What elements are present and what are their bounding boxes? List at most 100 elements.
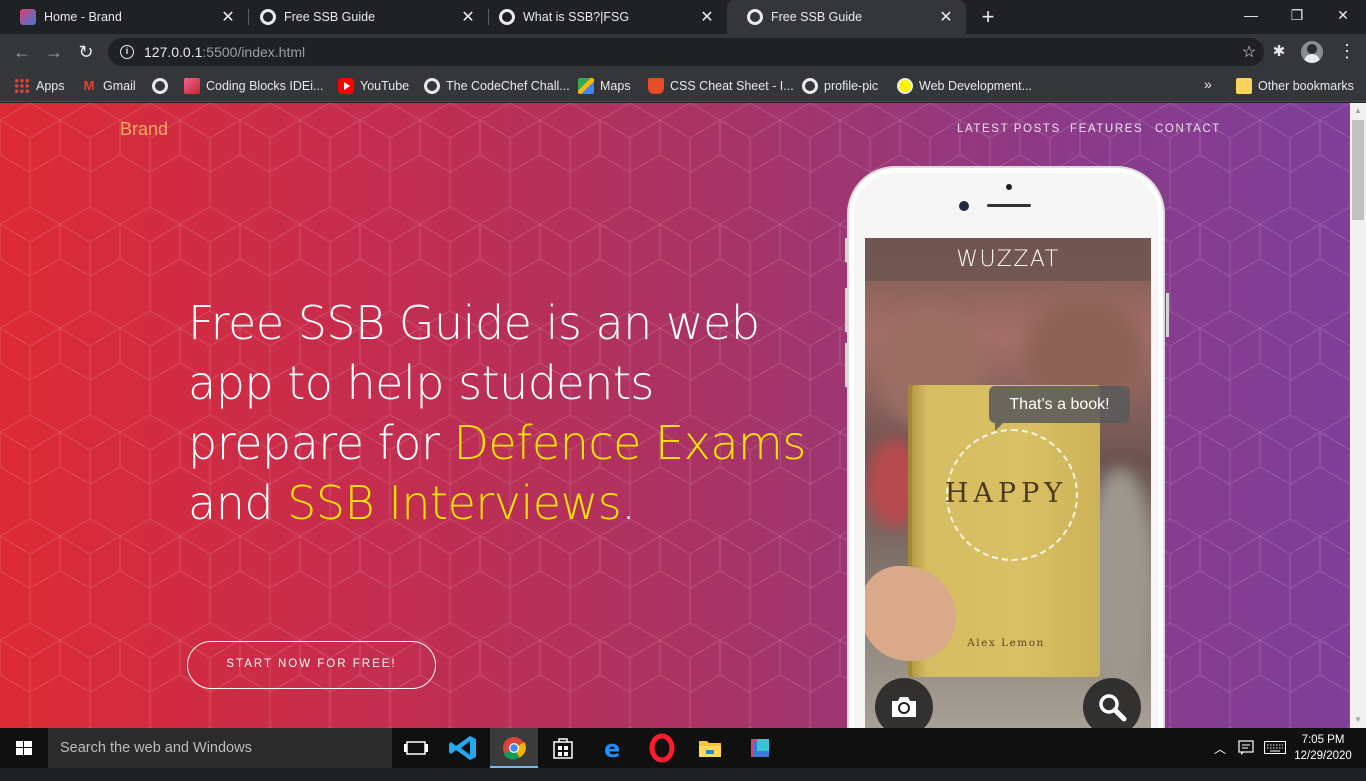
new-tab-button[interactable]: + [976,4,1000,30]
css-icon [648,78,664,94]
taskbar-search-input[interactable]: Search the web and Windows [48,728,392,768]
minimize-button[interactable]: — [1228,0,1274,30]
extensions-puzzle-icon[interactable]: ✱ [1270,43,1288,61]
close-tab-icon[interactable]: ✕ [220,7,236,27]
youtube-icon [338,78,354,94]
edge-icon[interactable]: e [589,728,637,768]
opera-icon[interactable] [638,728,686,768]
bookmark-css-cheat-sheet[interactable]: CSS Cheat Sheet - I... [648,76,794,96]
back-button[interactable]: ← [9,39,35,65]
browser-menu-icon[interactable]: ⋮ [1338,42,1356,62]
apps-grid-icon [14,78,30,94]
bookmarks-overflow-icon[interactable]: » [1204,76,1212,92]
gmail-icon: M [83,78,95,93]
task-view-icon[interactable] [392,728,440,768]
phone-side-button [845,343,848,387]
windows-logo-icon [16,741,32,755]
app-cube-icon[interactable] [736,728,784,768]
nav-contact[interactable]: CONTACT [1155,123,1221,135]
start-now-button[interactable]: START NOW FOR FREE! [187,641,436,689]
bookmark-youtube[interactable]: YouTube [338,76,409,96]
folder-icon [1236,78,1252,94]
scroll-down-arrow-icon[interactable]: ▼ [1350,712,1366,728]
highlight-ssb-interviews: SSB Interviews [287,476,622,530]
globe-icon [424,78,440,94]
phone-side-button [845,238,848,262]
close-tab-icon[interactable]: ✕ [938,7,954,27]
close-window-button[interactable]: ✕ [1320,0,1366,30]
store-icon[interactable] [539,728,587,768]
scroll-thumb[interactable] [1352,120,1364,220]
search-button[interactable] [1083,678,1141,728]
phone-speaker [987,204,1031,207]
bookmark-globe[interactable] [152,76,174,96]
vscode-icon[interactable] [440,728,488,768]
globe-icon [499,9,515,25]
windows-taskbar: Search the web and Windows e ︿ 7:05 PM 1… [0,728,1366,768]
tab-home-brand[interactable]: Home - Brand ✕ [0,0,248,34]
other-bookmarks[interactable]: Other bookmarks [1236,76,1354,96]
highlight-defence-exams: Defence Exams [453,416,807,470]
file-explorer-icon[interactable] [686,728,734,768]
globe-icon [747,9,763,25]
bookmark-gmail[interactable]: M Gmail [81,76,136,96]
site-info-icon[interactable]: i [120,45,134,59]
start-button[interactable] [0,728,48,768]
globe-icon [260,9,276,25]
search-icon [1099,694,1127,722]
tab-title: Free SSB Guide [771,10,863,24]
bookmarks-bar: Apps M Gmail Coding Blocks IDEi... YouTub… [0,70,1366,102]
address-bar[interactable]: i 127.0.0.1:5500/index.html ☆ [108,38,1264,66]
close-tab-icon[interactable]: ✕ [460,7,476,27]
camera-icon [892,697,916,717]
nav-latest-posts[interactable]: LATEST POSTS [957,123,1061,135]
clock-date: 12/29/2020 [1294,750,1352,762]
bookmark-maps[interactable]: Maps [578,76,631,96]
camera-button[interactable] [875,678,933,728]
phone-side-button [1166,293,1169,337]
brand-favicon-icon [20,9,36,25]
chrome-icon[interactable] [490,728,538,768]
bookmark-star-icon[interactable]: ☆ [1234,42,1264,62]
action-center-icon[interactable] [1238,740,1254,780]
bookmark-profile-pic[interactable]: profile-pic [802,76,878,96]
bookmark-web-development[interactable]: Web Development... [897,76,1032,96]
clock-time: 7:05 PM [1301,734,1345,746]
scroll-up-arrow-icon[interactable]: ▲ [1350,103,1366,119]
taskbar-clock[interactable]: 7:05 PM 12/29/2020 [1290,732,1356,764]
brand-logo[interactable]: Brand [120,119,168,140]
tab-title: What is SSB?|FSG [523,10,630,24]
bookmark-codechef[interactable]: The CodeChef Chall... [424,76,570,96]
tab-strip: Home - Brand ✕ Free SSB Guide ✕ What is … [0,0,1366,34]
phone-side-button [845,288,848,332]
restore-button[interactable]: ❐ [1274,0,1320,30]
reload-button[interactable]: ↻ [73,39,99,65]
tray-chevron-icon[interactable]: ︿ [1214,740,1226,780]
page-viewport: Brand LATEST POSTS FEATURES CONTACT Free… [0,103,1350,728]
tab-title: Home - Brand [44,10,122,24]
tab-free-ssb-guide[interactable]: Free SSB Guide ✕ [240,0,488,34]
app-title: WUZZAT [865,238,1151,281]
nav-features[interactable]: FEATURES [1070,123,1143,135]
phone-mockup: WUZZAT HAPPY Alex Lemon That’s a book! [845,166,1169,728]
phone-sensor [1006,184,1012,190]
book-title: HAPPY [944,478,1068,509]
tab-free-ssb-guide-active[interactable]: Free SSB Guide ✕ [727,0,966,34]
bookmark-apps[interactable]: Apps [14,76,65,96]
close-tab-icon[interactable]: ✕ [699,7,715,27]
forward-button[interactable]: → [41,39,67,65]
keyboard-icon[interactable] [1264,741,1286,781]
tab-what-is-ssb[interactable]: What is SSB?|FSG ✕ [479,0,727,34]
svg-text:e: e [604,735,620,763]
url-text[interactable]: 127.0.0.1:5500/index.html [144,44,1234,60]
profile-avatar[interactable] [1301,41,1323,63]
recognition-tooltip: That’s a book! [989,386,1130,431]
tab-title: Free SSB Guide [284,10,376,24]
globe-icon [152,78,168,94]
phone-camera [959,201,969,211]
globe-icon [802,78,818,94]
bookmark-coding-blocks[interactable]: Coding Blocks IDEi... [184,76,323,96]
browser-toolbar: ← → ↻ i 127.0.0.1:5500/index.html ☆ ✱ [0,34,1366,70]
maps-icon [578,78,594,94]
hero-headline: Free SSB Guide is an web app to help stu… [188,296,807,530]
